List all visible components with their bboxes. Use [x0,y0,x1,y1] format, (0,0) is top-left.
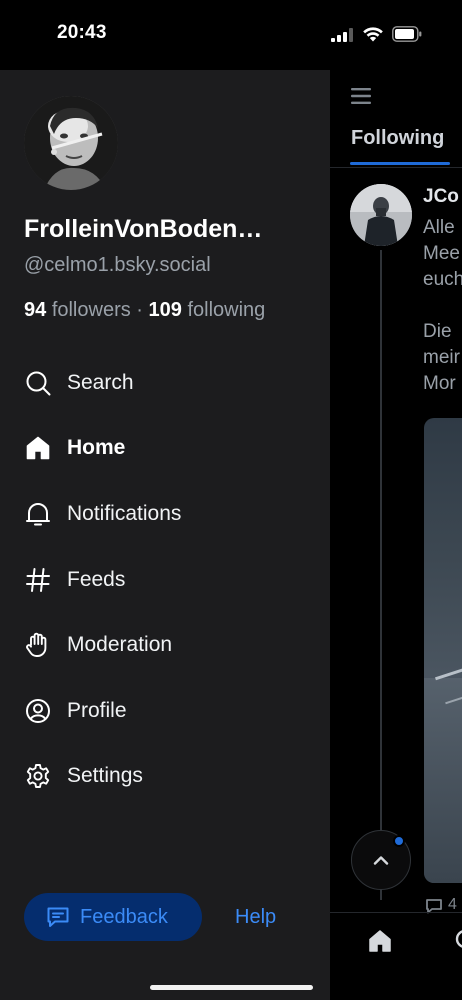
nav-item-label: Feeds [67,567,126,591]
drawer-nav: Search Home Notifications Feeds Moderati… [24,350,314,809]
divider [330,912,462,913]
bottom-home-icon[interactable] [367,928,393,954]
tab-active-indicator [350,162,450,165]
nav-item-profile[interactable]: Profile [24,678,314,744]
nav-item-settings[interactable]: Settings [24,744,314,810]
hash-icon [26,567,50,592]
followers-count[interactable]: 94 [24,299,46,321]
nav-item-label: Notifications [67,501,182,525]
cellular-signal-icon [331,28,353,42]
follow-counts: 94 followers · 109 following [24,299,265,322]
post-author-avatar[interactable] [350,184,412,246]
nav-item-home[interactable]: Home [24,416,314,482]
post-image[interactable] [424,418,462,883]
feedback-label: Feedback [80,905,168,928]
tab-following[interactable]: Following [351,127,444,150]
main-feed: Following JCo Alle Mee euch Die meir Mor… [330,70,462,1000]
feedback-button[interactable]: Feedback [24,893,202,941]
nav-item-feeds[interactable]: Feeds [24,547,314,613]
followers-label[interactable]: followers [52,299,131,321]
user-circle-icon [26,698,50,723]
post-author-name[interactable]: JCo [423,186,459,208]
profile-display-name[interactable]: FrolleinVonBoden… [24,215,314,244]
profile-handle: @celmo1.bsky.social [24,254,211,276]
message-icon [47,907,69,927]
navigation-drawer: FrolleinVonBoden… @celmo1.bsky.social 94… [0,70,330,1000]
counts-separator: · [136,299,143,321]
nav-item-notifications[interactable]: Notifications [24,481,314,547]
new-posts-dot [393,835,405,847]
chevron-up-icon [373,856,389,865]
status-time: 20:43 [57,22,107,43]
bottom-search-icon[interactable] [454,928,462,954]
nav-item-label: Profile [67,698,127,722]
hand-icon [26,632,47,658]
nav-item-label: Home [67,436,126,460]
avatar[interactable] [24,96,118,190]
gear-icon [26,764,50,789]
nav-item-moderation[interactable]: Moderation [24,612,314,678]
nav-item-label: Settings [67,764,143,788]
home-indicator[interactable] [150,985,313,990]
thread-line [380,250,382,900]
post-text: Alle Mee euch Die meir Mor [423,217,462,394]
menu-icon[interactable] [351,88,371,104]
help-link[interactable]: Help [235,906,276,929]
battery-icon [392,26,422,42]
wifi-icon [363,27,383,42]
following-count[interactable]: 109 [149,299,182,321]
status-bar: 20:43 [0,0,462,70]
nav-item-search[interactable]: Search [24,350,314,416]
bell-icon [26,502,50,526]
nav-item-label: Search [67,370,134,394]
nav-item-label: Moderation [67,633,173,657]
home-icon [26,437,50,460]
divider [330,167,462,168]
search-icon [26,371,51,396]
following-label[interactable]: following [187,299,265,321]
